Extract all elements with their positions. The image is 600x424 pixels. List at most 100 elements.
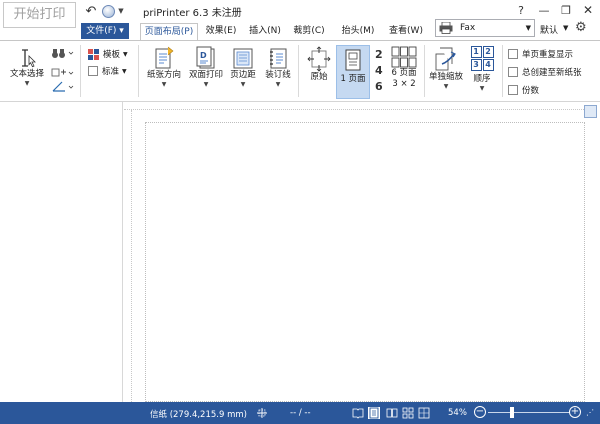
two-page-view-icon[interactable] — [386, 407, 398, 419]
six-pages-option[interactable]: 6 — [375, 79, 383, 95]
vertical-scrollbar[interactable] — [586, 122, 598, 402]
workspace — [0, 102, 600, 402]
book-view-icon[interactable] — [352, 407, 364, 419]
chevron-down-icon: ▼ — [240, 81, 246, 88]
page-icon — [88, 66, 98, 76]
duplex-label: 双面打印 — [188, 70, 223, 80]
four-pages-option[interactable]: 4 — [375, 63, 383, 79]
page-navigation-status[interactable]: -- / -- — [290, 408, 311, 418]
refresh-orb-icon[interactable] — [100, 3, 116, 19]
resize-grip-icon[interactable]: ⋰ — [586, 408, 594, 417]
page-order-icon: 1 2 3 4 — [470, 46, 494, 71]
text-select-label: 文本选择 — [9, 69, 44, 79]
checkbox[interactable] — [508, 49, 518, 59]
multi-page-view-icon[interactable] — [402, 407, 414, 419]
chevron-down-icon: ▼ — [123, 50, 128, 58]
original-button[interactable]: 原始 — [303, 46, 335, 83]
tab-file[interactable]: 文件(F) ▾ — [81, 23, 129, 39]
binding-label: 装订线 — [265, 70, 291, 80]
printer-name: Fax — [460, 23, 476, 33]
preview-page[interactable] — [145, 122, 585, 402]
order-digit: 2 — [482, 46, 494, 58]
gear-icon[interactable]: ⚙ — [575, 20, 587, 35]
ribbon-separator — [138, 45, 139, 97]
chevron-down-icon: ▼ — [203, 81, 209, 88]
tab-insert[interactable]: 插入(N) — [244, 23, 286, 40]
printer-icon — [439, 22, 453, 34]
printer-select[interactable]: Fax ▼ — [435, 19, 535, 37]
single-scale-button[interactable]: 单独缩放 ▼ — [427, 46, 465, 90]
crosshair-icon[interactable] — [256, 407, 268, 419]
margins-button[interactable]: 页边距 ▼ — [226, 46, 260, 88]
original-label: 原始 — [310, 72, 328, 82]
panel-toggle-icon[interactable] — [584, 105, 597, 118]
binding-button[interactable]: 装订线 ▼ — [262, 46, 294, 88]
duplex-print-icon: D — [196, 46, 215, 69]
ribbon-separator — [502, 45, 503, 97]
binoculars-icon — [52, 49, 74, 58]
margins-label: 页边距 — [230, 70, 256, 80]
order-digit: 1 — [470, 46, 482, 58]
two-pages-option[interactable]: 2 — [375, 47, 383, 63]
grid-size-label: 3 × 2 — [392, 79, 416, 89]
checkbox-copies[interactable]: 份数 — [508, 84, 539, 96]
tool-icons-column[interactable] — [50, 45, 76, 97]
checkbox-label: 份数 — [522, 86, 540, 96]
tab-effects[interactable]: 效果(E) — [201, 23, 241, 40]
template-dropdown[interactable]: 模板 ▼ — [88, 48, 128, 60]
chevron-down-icon: ▼ — [443, 83, 449, 90]
duplex-button[interactable]: D 双面打印 ▼ — [186, 46, 226, 88]
tab-view[interactable]: 查看(W) — [384, 23, 428, 40]
orientation-button[interactable]: 纸张方向 ▼ — [144, 46, 184, 88]
checkbox-repeat-single-page[interactable]: 单页重复显示 — [508, 48, 573, 60]
single-page-view-icon[interactable] — [368, 407, 380, 419]
tab-crop[interactable]: 裁剪(C) — [288, 23, 330, 40]
standard-label: 标准 — [102, 67, 120, 77]
zoom-level-label: 54% — [448, 408, 467, 418]
magnify-plus-icon — [51, 68, 74, 77]
ribbon-page-layout: 文本选择 ▼ 模板 ▼ 标准 ▼ 纸张方向 ▼ D 双面打印 ▼ 页边距 ▼ 装… — [0, 40, 600, 102]
ribbon-separator — [424, 45, 425, 97]
tab-header[interactable]: 抬头(M) — [336, 23, 380, 40]
scale-page-icon — [435, 47, 456, 71]
close-button[interactable]: ✕ — [574, 0, 600, 20]
pages-per-sheet-presets[interactable]: 2 4 6 — [375, 47, 383, 95]
left-ruler — [124, 110, 132, 402]
zoom-out-button[interactable]: − — [474, 406, 486, 418]
chevron-down-icon[interactable]: ▼ — [563, 24, 568, 32]
one-page-button[interactable]: 1 页面 — [336, 45, 370, 99]
template-label: 模板 — [103, 50, 121, 60]
ribbon-separator — [298, 45, 299, 97]
thumbnail-view-icon[interactable] — [418, 407, 430, 419]
single-scale-label: 单独缩放 — [428, 72, 463, 82]
checkbox[interactable] — [508, 67, 518, 77]
chevron-down-icon: ▼ — [24, 80, 30, 87]
text-cursor-icon — [22, 49, 36, 68]
orientation-label: 纸张方向 — [146, 70, 181, 80]
tab-page-layout[interactable]: 页面布局(P) — [140, 23, 198, 40]
standard-dropdown[interactable]: 标准 ▼ — [88, 65, 127, 77]
page-orientation-icon — [155, 46, 174, 69]
six-page-button[interactable]: 6 页面 3 × 2 — [386, 46, 422, 90]
top-ruler — [124, 102, 584, 110]
chevron-down-icon: ▼ — [275, 81, 281, 88]
default-preset-select[interactable]: 默认 — [540, 23, 558, 36]
six-page-label: 6 页面 — [391, 68, 417, 78]
checkbox-new-sheet[interactable]: 总创建至新纸张 — [508, 66, 582, 78]
margins-icon — [233, 48, 253, 69]
order-button[interactable]: 1 2 3 4 顺序 ▼ — [466, 46, 498, 92]
paper-size-status[interactable]: 信纸 (279.4,215.9 mm) — [150, 408, 247, 420]
svg-text:D: D — [200, 51, 207, 60]
zoom-in-button[interactable]: + — [569, 406, 581, 418]
undo-icon[interactable]: ↶ — [84, 3, 98, 19]
chevron-down-icon: ▼ — [122, 67, 127, 75]
template-icon — [88, 48, 99, 60]
zoom-slider-thumb[interactable] — [510, 407, 515, 418]
chevron-down-icon: ▼ — [161, 81, 167, 88]
chevron-down-icon: ▼ — [525, 24, 531, 32]
quick-access-dropdown-icon[interactable]: ▼ — [117, 3, 125, 19]
checkbox[interactable] — [508, 85, 518, 95]
text-select-button[interactable]: 文本选择 ▼ — [8, 47, 46, 87]
zoom-slider[interactable] — [488, 412, 570, 413]
left-panel — [0, 102, 123, 402]
